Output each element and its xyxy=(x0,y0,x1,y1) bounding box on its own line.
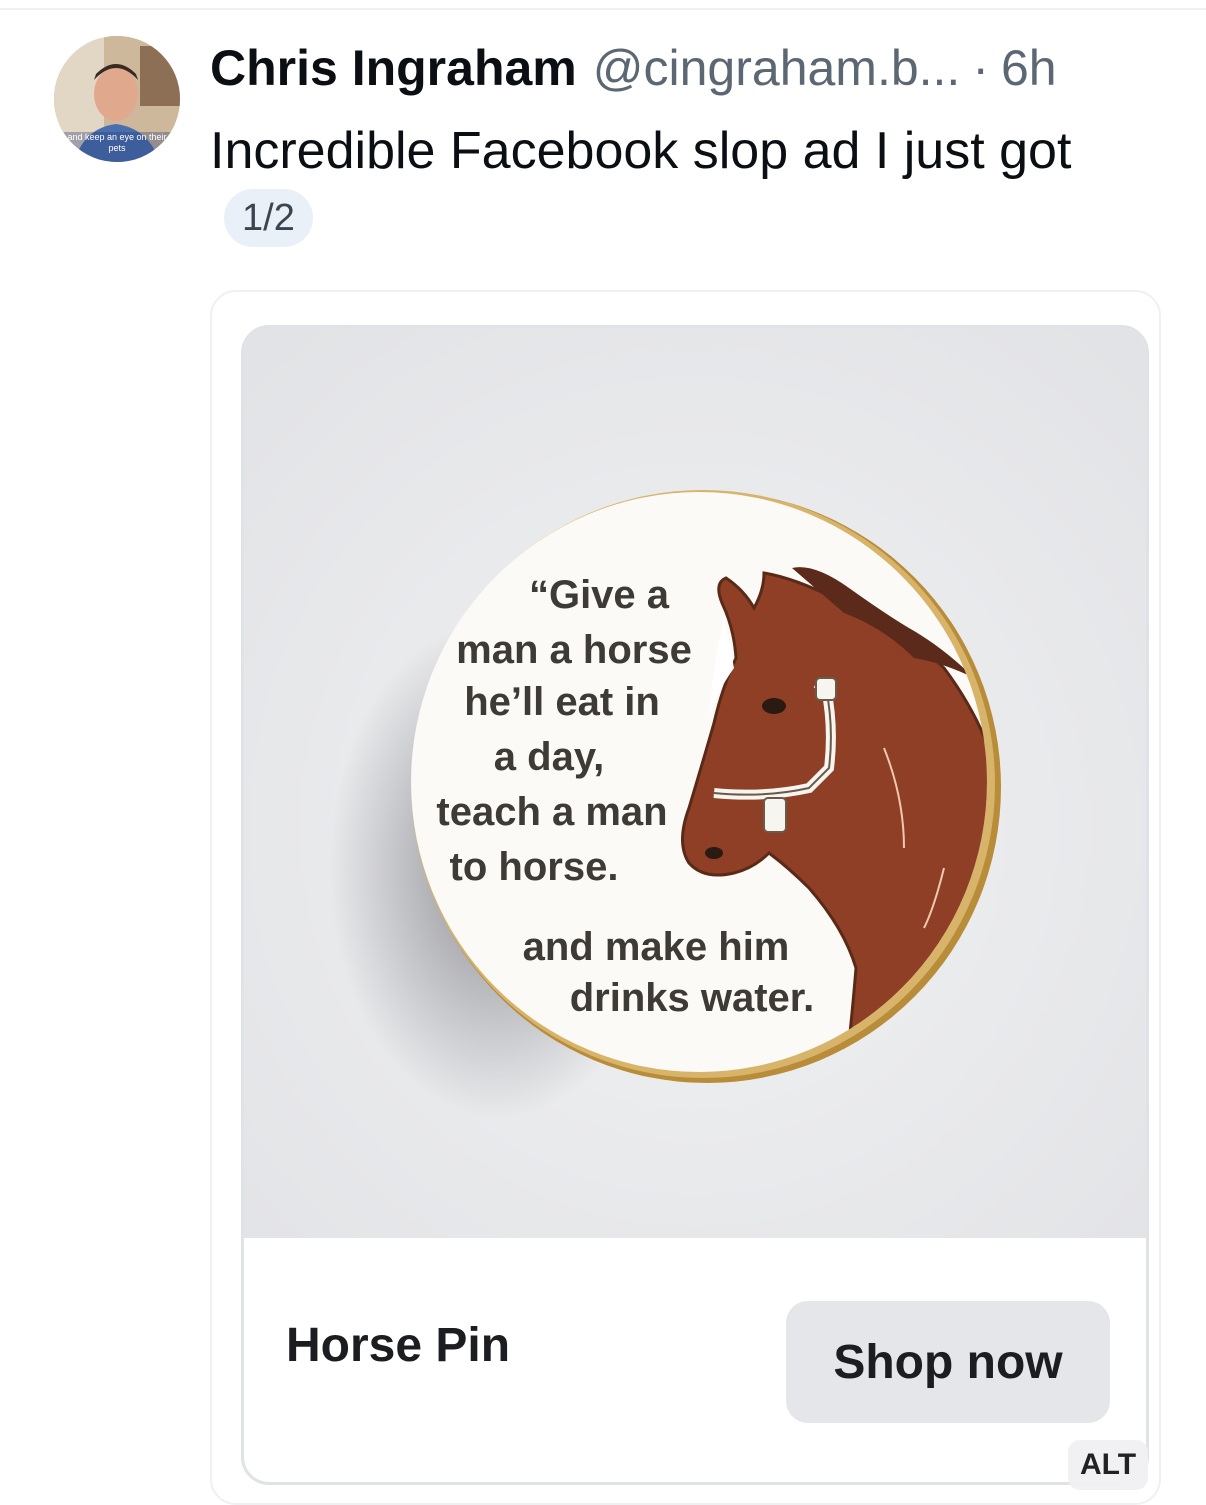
image-count-badge: 1/2 xyxy=(224,189,313,247)
post-timestamp[interactable]: 6h xyxy=(1001,38,1057,98)
pin-quote-line-8: drinks water. xyxy=(570,976,815,1020)
pin-quote-line-5: teach a man xyxy=(436,790,667,834)
pin-quote-line-4: a day, xyxy=(494,735,604,779)
pin-quote-line-7: and make him xyxy=(523,925,790,969)
avatar-caption-line1: and keep an eye on their xyxy=(67,132,166,142)
avatar-caption-line2: pets xyxy=(108,143,126,153)
ad-card[interactable]: “Give a man a horse he’ll eat in a day, … xyxy=(241,325,1149,1485)
author-handle[interactable]: @cingraham.b... xyxy=(593,38,961,98)
pin-quote-line-2: man a horse xyxy=(456,628,692,672)
alt-text-badge[interactable]: ALT xyxy=(1068,1440,1148,1490)
product-photo[interactable]: “Give a man a horse he’ll eat in a day, … xyxy=(244,328,1146,1238)
author-avatar[interactable]: and keep an eye on their pets xyxy=(54,36,180,162)
post-body: Incredible Facebook slop ad I just got 1/… xyxy=(210,118,1170,250)
author-name[interactable]: Chris Ingraham xyxy=(210,38,577,98)
post-header: Chris Ingraham @cingraham.b... · 6h xyxy=(210,38,1057,98)
pin-quote-line-6: to horse. xyxy=(450,845,619,889)
pin-quote-line-3: he’ll eat in xyxy=(464,680,660,724)
header-separator: · xyxy=(972,40,989,96)
pin-quote-line-1: “Give a xyxy=(529,573,670,617)
top-divider xyxy=(0,8,1206,10)
shop-now-button[interactable]: Shop now xyxy=(786,1301,1110,1423)
product-title[interactable]: Horse Pin xyxy=(286,1318,510,1373)
post-text: Incredible Facebook slop ad I just got xyxy=(210,122,1072,180)
